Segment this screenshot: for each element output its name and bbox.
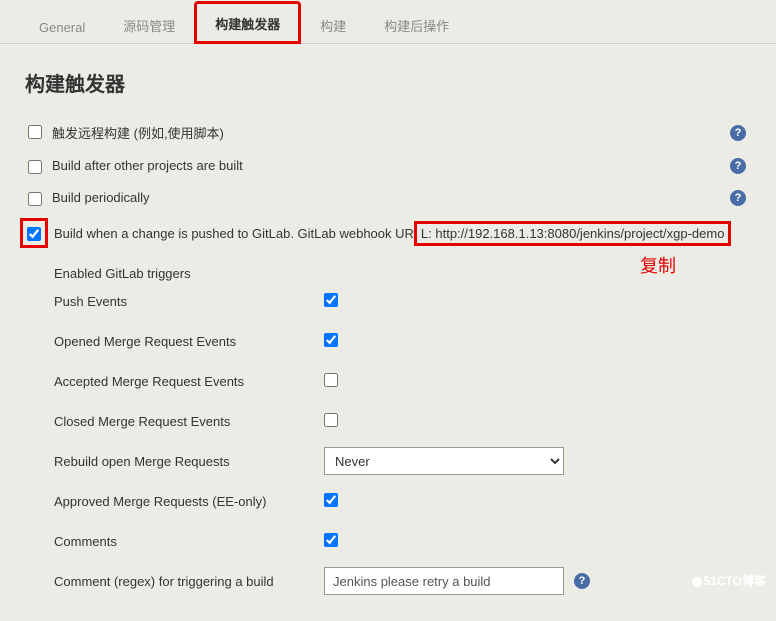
label-rebuild-mr: Rebuild open Merge Requests <box>54 454 324 469</box>
tab-build[interactable]: 构建 <box>301 5 365 43</box>
trigger-row-comments: Comments <box>54 521 590 561</box>
trigger-row-approved-mr: Approved Merge Requests (EE-only) <box>54 481 590 521</box>
label-accepted-mr: Accepted Merge Request Events <box>54 374 324 389</box>
gitlab-triggers-section: Enabled GitLab triggers Push Events Open… <box>54 258 756 601</box>
tabs-bar: General 源码管理 构建触发器 构建 构建后操作 <box>0 0 776 44</box>
label-push-events: Push Events <box>54 294 324 309</box>
checkbox-push-events[interactable] <box>324 293 338 307</box>
help-icon[interactable]: ? <box>574 573 590 589</box>
row-remote-trigger: 触发远程构建 (例如,使用脚本) ? <box>20 115 756 150</box>
label-gitlab-prefix: Build when a change is pushed to GitLab.… <box>54 226 414 241</box>
trigger-row-accepted-mr: Accepted Merge Request Events <box>54 361 590 401</box>
tab-general[interactable]: General <box>20 9 104 43</box>
label-after-other: Build after other projects are built <box>52 158 756 173</box>
checkbox-approved-mr[interactable] <box>324 493 338 507</box>
trigger-row-comment-regex: Comment (regex) for triggering a build ? <box>54 561 590 601</box>
input-comment-regex[interactable] <box>324 567 564 595</box>
section-title: 构建触发器 <box>25 68 756 97</box>
label-approved-mr: Approved Merge Requests (EE-only) <box>54 494 324 509</box>
label-enabled-triggers: Enabled GitLab triggers <box>54 258 222 281</box>
trigger-row-closed-mr: Closed Merge Request Events <box>54 401 590 441</box>
tab-postbuild[interactable]: 构建后操作 <box>365 5 468 43</box>
checkbox-closed-mr[interactable] <box>324 413 338 427</box>
trigger-row-opened-mr: Opened Merge Request Events <box>54 321 590 361</box>
label-remote-trigger: 触发远程构建 (例如,使用脚本) <box>52 123 756 142</box>
checkbox-comments[interactable] <box>324 533 338 547</box>
select-rebuild-mr[interactable]: Never <box>324 447 564 475</box>
help-icon[interactable]: ? <box>730 190 746 206</box>
highlight-checkbox-wrap <box>20 218 48 248</box>
trigger-row-rebuild-mr: Rebuild open Merge Requests Never <box>54 441 590 481</box>
row-after-other: Build after other projects are built ? <box>20 150 756 182</box>
label-closed-mr: Closed Merge Request Events <box>54 414 324 429</box>
triggers-body: Push Events Opened Merge Request Events … <box>54 281 590 601</box>
checkbox-periodically[interactable] <box>28 192 42 206</box>
label-comment-regex: Comment (regex) for triggering a build <box>54 574 324 589</box>
highlight-webhook-url: L: http://192.168.1.13:8080/jenkins/proj… <box>414 221 732 246</box>
tab-triggers[interactable]: 构建触发器 <box>194 1 301 44</box>
label-comments: Comments <box>54 534 324 549</box>
tab-source[interactable]: 源码管理 <box>104 5 194 43</box>
checkbox-gitlab-push[interactable] <box>27 227 41 241</box>
checkbox-after-other[interactable] <box>28 160 42 174</box>
checkbox-accepted-mr[interactable] <box>324 373 338 387</box>
annotation-copy: 复制 <box>640 252 676 278</box>
checkbox-opened-mr[interactable] <box>324 333 338 347</box>
row-periodically: Build periodically ? <box>20 182 756 214</box>
content-area: 构建触发器 触发远程构建 (例如,使用脚本) ? Build after oth… <box>0 44 776 621</box>
help-icon[interactable]: ? <box>730 158 746 174</box>
help-icon[interactable]: ? <box>730 125 746 141</box>
checkbox-remote-trigger[interactable] <box>28 125 42 139</box>
label-periodically: Build periodically <box>52 190 756 205</box>
label-opened-mr: Opened Merge Request Events <box>54 334 324 349</box>
trigger-row-push: Push Events <box>54 281 590 321</box>
